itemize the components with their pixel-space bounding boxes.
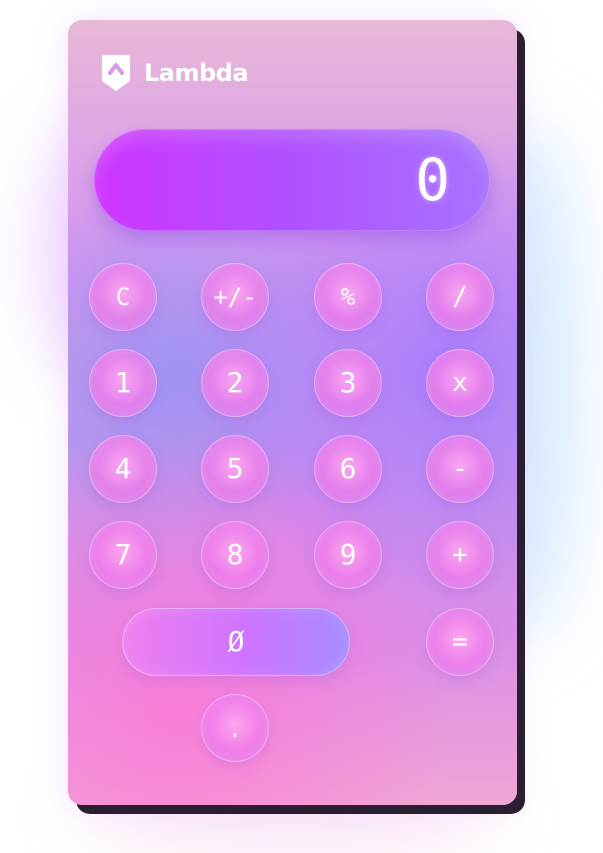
digit-5-button[interactable]: 5 (201, 435, 269, 503)
digit-6-button[interactable]: 6 (314, 435, 382, 503)
add-button[interactable]: + (426, 521, 494, 589)
percent-button[interactable]: % (314, 263, 382, 331)
digit-4-button[interactable]: 4 (89, 435, 157, 503)
equals-button[interactable]: = (426, 608, 494, 676)
brand-name: Lambda (144, 59, 249, 87)
clear-button[interactable]: C (89, 263, 157, 331)
lambda-logo-icon (102, 55, 130, 91)
calculator-display: 0 (94, 129, 490, 231)
digit-8-button[interactable]: 8 (201, 521, 269, 589)
display-value: 0 (415, 146, 452, 214)
digit-1-button[interactable]: 1 (89, 349, 157, 417)
digit-9-button[interactable]: 9 (314, 521, 382, 589)
divide-button[interactable]: / (426, 263, 494, 331)
calculator: Lambda 0 C +/- % / 1 2 3 x 4 5 6 - 7 8 9… (68, 20, 517, 805)
multiply-button[interactable]: x (426, 349, 494, 417)
digit-3-button[interactable]: 3 (314, 349, 382, 417)
brand: Lambda (98, 53, 249, 93)
subtract-button[interactable]: - (426, 435, 494, 503)
digit-2-button[interactable]: 2 (201, 349, 269, 417)
digit-0-button[interactable]: Ø (122, 608, 350, 676)
digit-7-button[interactable]: 7 (89, 521, 157, 589)
toggle-sign-button[interactable]: +/- (201, 263, 269, 331)
decimal-button[interactable]: . (201, 694, 269, 762)
